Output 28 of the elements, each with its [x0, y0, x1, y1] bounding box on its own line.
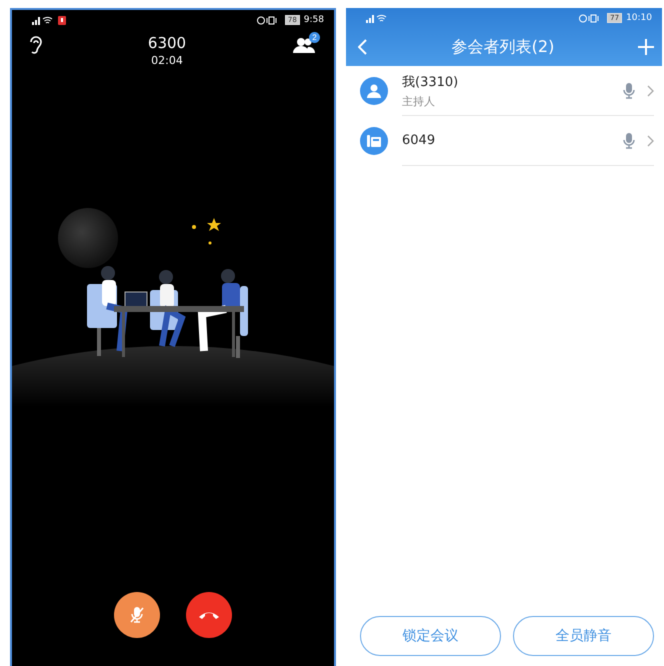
participant-row[interactable]: 我(3310) 主持人: [346, 66, 662, 116]
microphone-icon: [621, 82, 637, 100]
recording-icon: [58, 16, 66, 24]
participant-row[interactable]: 6049: [346, 116, 662, 166]
chevron-right-icon: [647, 134, 654, 146]
participant-name: 6049: [402, 133, 436, 148]
hang-up-button[interactable]: [186, 592, 232, 638]
phone-handset-icon: [198, 610, 220, 620]
call-duration: 02:04: [151, 54, 183, 67]
participants-count-badge: 2: [309, 32, 320, 43]
chevron-right-icon: [647, 84, 654, 96]
microphone-icon: [129, 606, 145, 624]
participants-button[interactable]: 2: [290, 34, 318, 58]
participant-name: 我(3310): [402, 74, 460, 90]
participant-role: 主持人: [402, 94, 436, 108]
action-button[interactable]: 锁定会议: [360, 616, 501, 656]
back-icon[interactable]: [358, 39, 368, 55]
add-icon[interactable]: [638, 39, 654, 55]
call-number: 6300: [148, 34, 186, 52]
status-time: 10:10: [626, 13, 652, 23]
action-button[interactable]: 全员静音: [513, 616, 654, 656]
screen-title: 参会者列表(2): [452, 36, 554, 58]
phone-avatar-icon: [360, 127, 388, 155]
person-avatar-icon: [360, 77, 388, 105]
mute-button[interactable]: [114, 592, 160, 638]
status-time: 9:58: [304, 15, 324, 25]
microphone-icon: [621, 132, 637, 150]
ear-icon[interactable]: [28, 34, 44, 56]
